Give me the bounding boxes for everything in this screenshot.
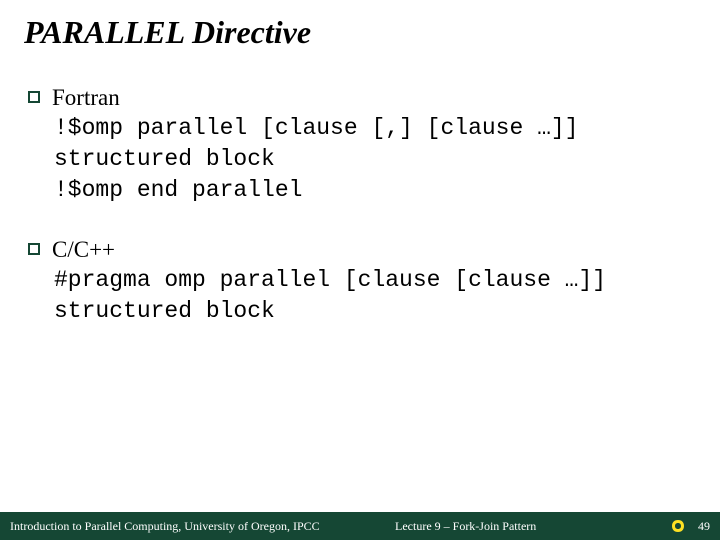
footer-left-text: Introduction to Parallel Computing, Univ…	[10, 519, 320, 534]
code-line: structured block	[54, 296, 692, 327]
code-line: !$omp parallel [clause [,] [clause …]]	[54, 113, 692, 144]
page-number: 49	[698, 519, 710, 534]
bullet-icon	[28, 91, 40, 103]
code-line: structured block	[54, 144, 692, 175]
footer-bar: Introduction to Parallel Computing, Univ…	[0, 512, 720, 540]
section-heading: Fortran	[52, 82, 120, 113]
code-line: !$omp end parallel	[54, 175, 692, 206]
footer-right: 49	[668, 517, 710, 535]
code-line: #pragma omp parallel [clause [clause …]]	[54, 265, 692, 296]
slide: PARALLEL Directive Fortran !$omp paralle…	[0, 0, 720, 540]
c-cpp-block: C/C++ #pragma omp parallel [clause [clau…	[28, 234, 692, 327]
footer-center-text: Lecture 9 – Fork-Join Pattern	[395, 519, 536, 534]
section-heading: C/C++	[52, 234, 115, 265]
slide-body: Fortran !$omp parallel [clause [,] [clau…	[28, 82, 692, 355]
bullet-row: Fortran	[28, 82, 692, 113]
fortran-block: Fortran !$omp parallel [clause [,] [clau…	[28, 82, 692, 206]
bullet-row: C/C++	[28, 234, 692, 265]
slide-title: PARALLEL Directive	[24, 14, 311, 51]
oregon-o-logo-icon	[668, 517, 688, 535]
bullet-icon	[28, 243, 40, 255]
